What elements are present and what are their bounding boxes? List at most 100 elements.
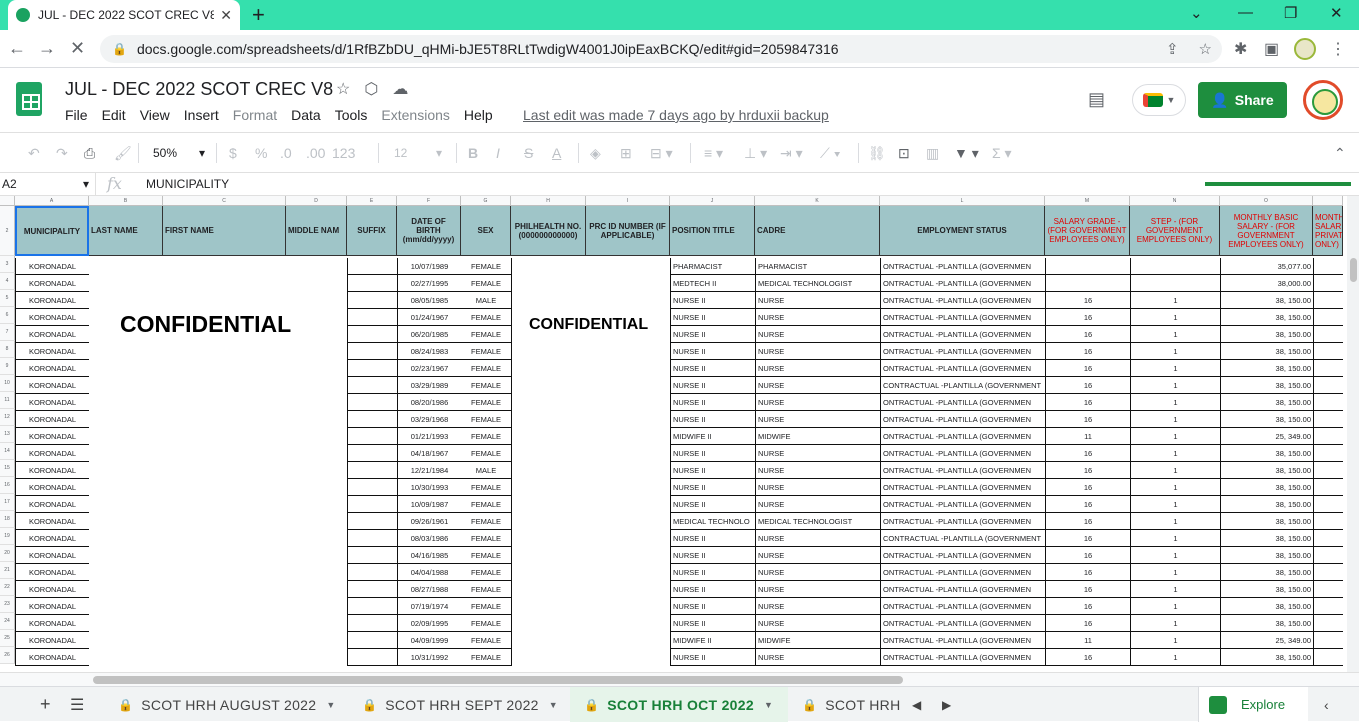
table-cell[interactable]: KORONADAL: [15, 445, 89, 462]
table-cell[interactable]: [1313, 496, 1343, 513]
table-cell[interactable]: [586, 632, 670, 649]
increase-decimal-button[interactable]: .00: [306, 145, 325, 161]
table-cell[interactable]: KORONADAL: [15, 496, 89, 513]
table-cell[interactable]: ONTRACTUAL -PLANTILLA (GOVERNMEN: [880, 547, 1045, 564]
table-cell[interactable]: [347, 428, 397, 445]
table-cell[interactable]: FEMALE: [461, 309, 511, 326]
table-cell[interactable]: 16: [1045, 292, 1130, 309]
table-cell[interactable]: [89, 496, 163, 513]
table-cell[interactable]: [511, 564, 586, 581]
table-cell[interactable]: NURSE II: [670, 581, 755, 598]
table-cell[interactable]: [286, 326, 347, 343]
close-tab-icon[interactable]: ✕: [220, 7, 232, 24]
table-cell[interactable]: ONTRACTUAL -PLANTILLA (GOVERNMEN: [880, 343, 1045, 360]
table-cell[interactable]: NURSE II: [670, 292, 755, 309]
column-header[interactable]: G: [461, 196, 511, 205]
table-cell[interactable]: [1313, 411, 1343, 428]
table-cell[interactable]: FEMALE: [461, 428, 511, 445]
column-header[interactable]: H: [511, 196, 586, 205]
menu-help[interactable]: Help: [464, 107, 493, 123]
table-cell[interactable]: FEMALE: [461, 598, 511, 615]
horizontal-align-icon[interactable]: ≡ ▾: [704, 145, 723, 162]
table-cell[interactable]: CONTRACTUAL -PLANTILLA (GOVERNMENT: [880, 530, 1045, 547]
table-cell[interactable]: [586, 394, 670, 411]
table-cell[interactable]: KORONADAL: [15, 649, 89, 666]
table-cell[interactable]: KORONADAL: [15, 513, 89, 530]
table-cell[interactable]: NURSE: [755, 292, 880, 309]
table-cell[interactable]: [286, 292, 347, 309]
table-cell[interactable]: [586, 581, 670, 598]
table-cell[interactable]: NURSE II: [670, 615, 755, 632]
table-cell[interactable]: [1313, 292, 1343, 309]
table-cell[interactable]: KORONADAL: [15, 292, 89, 309]
all-sheets-icon[interactable]: ☰: [70, 687, 85, 722]
url-input[interactable]: 🔒 docs.google.com/spreadsheets/d/1RfBZbD…: [100, 35, 1222, 63]
table-cell[interactable]: NURSE: [755, 394, 880, 411]
header-cell-salary-grade[interactable]: SALARY GRADE - (FOR GOVERNMENT EMPLOYEES…: [1045, 206, 1130, 256]
table-cell[interactable]: 1: [1130, 411, 1220, 428]
table-cell[interactable]: 08/03/1986: [397, 530, 461, 547]
row-header[interactable]: 3: [0, 256, 15, 273]
table-cell[interactable]: [286, 309, 347, 326]
table-cell[interactable]: NURSE: [755, 462, 880, 479]
table-cell[interactable]: 1: [1130, 496, 1220, 513]
table-cell[interactable]: [586, 360, 670, 377]
table-cell[interactable]: [1313, 428, 1343, 445]
row-header[interactable]: 11: [0, 392, 15, 409]
table-cell[interactable]: FEMALE: [461, 258, 511, 275]
table-cell[interactable]: MIDWIFE: [755, 632, 880, 649]
table-cell[interactable]: 38, 150.00: [1220, 479, 1313, 496]
merge-cells-icon[interactable]: ⊟ ▾: [650, 145, 673, 162]
row-header[interactable]: 7: [0, 324, 15, 341]
table-cell[interactable]: [89, 598, 163, 615]
vertical-align-icon[interactable]: ⊥ ▾: [744, 145, 767, 162]
table-cell[interactable]: [1313, 445, 1343, 462]
table-cell[interactable]: FEMALE: [461, 530, 511, 547]
table-cell[interactable]: NURSE: [755, 615, 880, 632]
table-cell[interactable]: [511, 581, 586, 598]
table-cell[interactable]: KORONADAL: [15, 462, 89, 479]
table-cell[interactable]: KORONADAL: [15, 632, 89, 649]
redo-icon[interactable]: ↷: [56, 145, 68, 162]
table-cell[interactable]: [163, 530, 286, 547]
table-cell[interactable]: [89, 411, 163, 428]
table-cell[interactable]: [163, 598, 286, 615]
filter-icon[interactable]: ▼ ▾: [954, 145, 979, 162]
table-cell[interactable]: 1: [1130, 343, 1220, 360]
document-title[interactable]: JUL - DEC 2022 SCOT CREC V8: [65, 79, 333, 100]
table-cell[interactable]: 1: [1130, 462, 1220, 479]
menu-format[interactable]: Format: [233, 107, 277, 123]
menu-extensions[interactable]: Extensions: [381, 107, 449, 123]
name-box[interactable]: A2 ▾: [0, 173, 96, 195]
forward-arrow-icon[interactable]: →: [38, 38, 56, 59]
table-cell[interactable]: [89, 428, 163, 445]
table-cell[interactable]: [347, 513, 397, 530]
table-cell[interactable]: [286, 547, 347, 564]
table-cell[interactable]: 16: [1045, 479, 1130, 496]
horizontal-scrollbar[interactable]: [0, 672, 1359, 686]
header-cell-cadre[interactable]: CADRE: [755, 206, 880, 256]
table-cell[interactable]: NURSE II: [670, 598, 755, 615]
header-cell-middle-name[interactable]: MIDDLE NAM: [286, 206, 347, 256]
table-cell[interactable]: 16: [1045, 513, 1130, 530]
table-cell[interactable]: 1: [1130, 445, 1220, 462]
sheet-tab[interactable]: 🔒 SCOT HRH: [792, 687, 900, 722]
table-cell[interactable]: ONTRACTUAL -PLANTILLA (GOVERNMEN: [880, 394, 1045, 411]
insert-comment-icon[interactable]: ⊡: [898, 145, 910, 162]
table-cell[interactable]: NURSE: [755, 479, 880, 496]
table-cell[interactable]: 16: [1045, 598, 1130, 615]
table-cell[interactable]: 02/23/1967: [397, 360, 461, 377]
table-cell[interactable]: [89, 258, 163, 275]
table-cell[interactable]: NURSE II: [670, 445, 755, 462]
row-header[interactable]: 19: [0, 528, 15, 545]
row-header[interactable]: 2: [0, 206, 15, 256]
header-cell-step[interactable]: STEP - (FOR GOVERNMENT EMPLOYEES ONLY): [1130, 206, 1220, 256]
table-cell[interactable]: ONTRACTUAL -PLANTILLA (GOVERNMEN: [880, 292, 1045, 309]
table-cell[interactable]: ONTRACTUAL -PLANTILLA (GOVERNMEN: [880, 598, 1045, 615]
column-header[interactable]: A: [15, 196, 89, 205]
table-cell[interactable]: [89, 377, 163, 394]
table-cell[interactable]: 16: [1045, 445, 1130, 462]
table-cell[interactable]: [286, 428, 347, 445]
table-cell[interactable]: [347, 258, 397, 275]
table-cell[interactable]: FEMALE: [461, 411, 511, 428]
